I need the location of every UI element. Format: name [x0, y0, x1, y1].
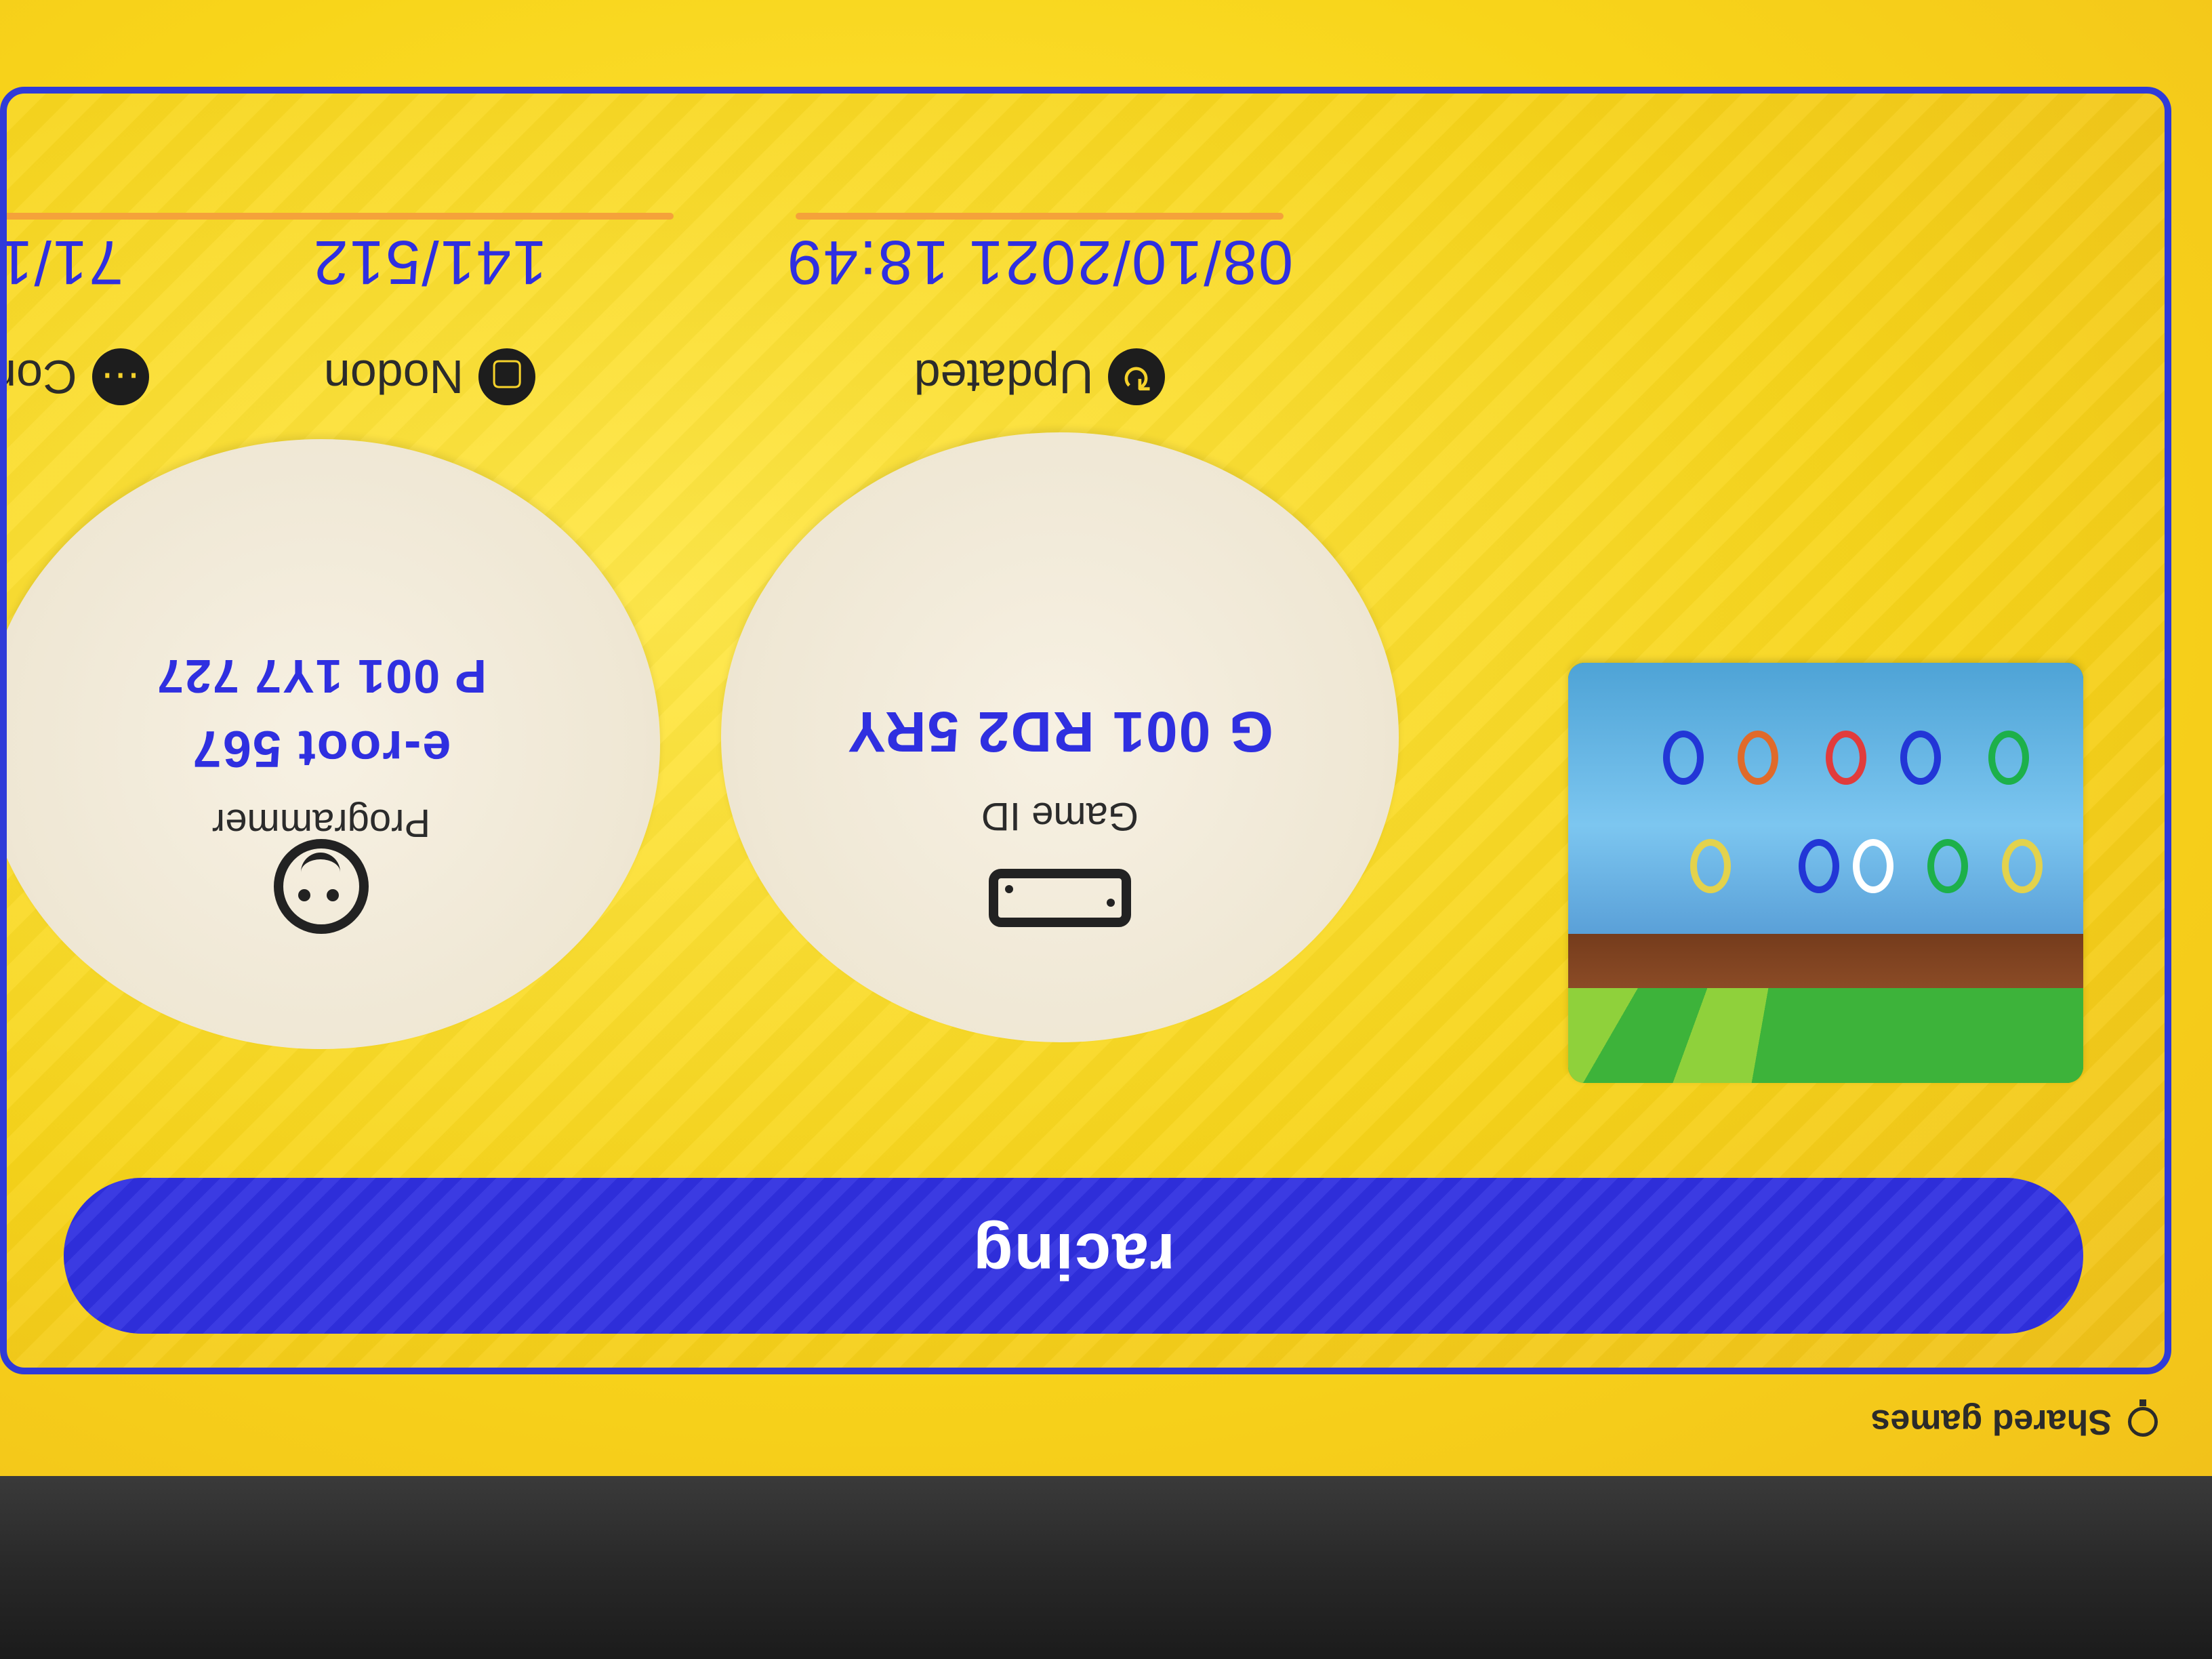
programmer-id: P 001 1Y7 727: [156, 650, 487, 703]
meta-updated-head: Updated: [914, 348, 1166, 405]
meta-updated-value: 08/10/2021 18:49: [785, 228, 1294, 297]
monitor-bezel: [0, 1476, 2212, 1659]
thumbnail-mark: [1663, 731, 1704, 785]
meta-updated: Updated 08/10/2021 18:49: [735, 213, 1345, 405]
meta-nodon-label: Nodon: [323, 350, 464, 403]
game-id-value: G 001 RD2 5RY: [846, 700, 1273, 764]
refresh-icon: [1108, 348, 1166, 405]
thumbnail-mark: [1799, 839, 1839, 893]
thumbnail-mark: [1988, 731, 2029, 785]
thumbnail-mark: [1738, 731, 1778, 785]
thumbnail-mark: [1826, 731, 1866, 785]
section-title: Shared games: [1870, 1402, 2112, 1441]
meta-connection-head: Connectio: [0, 348, 149, 405]
programmer-name: e-root 567: [191, 720, 451, 777]
meta-connection-label: Connectio: [0, 350, 77, 403]
game-title-bar[interactable]: racing: [64, 1178, 2083, 1334]
game-card[interactable]: racing Game ID G 001 RD2 5RY Programmer …: [0, 87, 2171, 1374]
meta-nodon-head: Nodon: [323, 348, 536, 405]
thumbnail-mark: [1900, 731, 1941, 785]
thumbnail-mark: [1927, 839, 1968, 893]
meta-updated-label: Updated: [914, 350, 1094, 403]
meta-nodon-underline: [186, 213, 674, 220]
programmer-circle: Programmer e-root 567 P 001 1Y7 727: [0, 439, 660, 1049]
thumbnail-mark: [2002, 839, 2043, 893]
thumbnail-track: [1568, 663, 2083, 934]
meta-connection-value: 71/1024: [0, 228, 124, 297]
connection-icon: [91, 348, 149, 405]
nodon-icon: [478, 348, 536, 405]
meta-updated-underline: [796, 213, 1284, 220]
meta-row: Updated 08/10/2021 18:49 Nodon 141/512: [0, 121, 2165, 405]
meta-connection-underline: [0, 213, 226, 220]
game-id-label: Game ID: [981, 794, 1139, 838]
switch-console-icon: [989, 869, 1131, 927]
thumbnail-mark: [1690, 839, 1731, 893]
bulb-icon: [2128, 1407, 2158, 1437]
programmer-label: Programmer: [211, 801, 431, 845]
game-thumbnail[interactable]: [1568, 663, 2083, 1083]
game-screen: Shared games racing Game ID G 001 RD2 5R…: [0, 0, 2212, 1659]
thumbnail-mark: [1853, 839, 1893, 893]
programmer-icon: [274, 839, 369, 934]
section-header: Shared games: [1871, 1401, 2158, 1442]
switch-icon: [989, 869, 1131, 927]
face-icon: [274, 839, 369, 934]
game-title: racing: [971, 1220, 1176, 1292]
meta-connection: Connectio 71/1024: [0, 213, 226, 405]
app-ui: Shared games racing Game ID G 001 RD2 5R…: [0, 0, 2212, 1476]
game-id-circle: Game ID G 001 RD2 5RY: [721, 432, 1399, 1042]
